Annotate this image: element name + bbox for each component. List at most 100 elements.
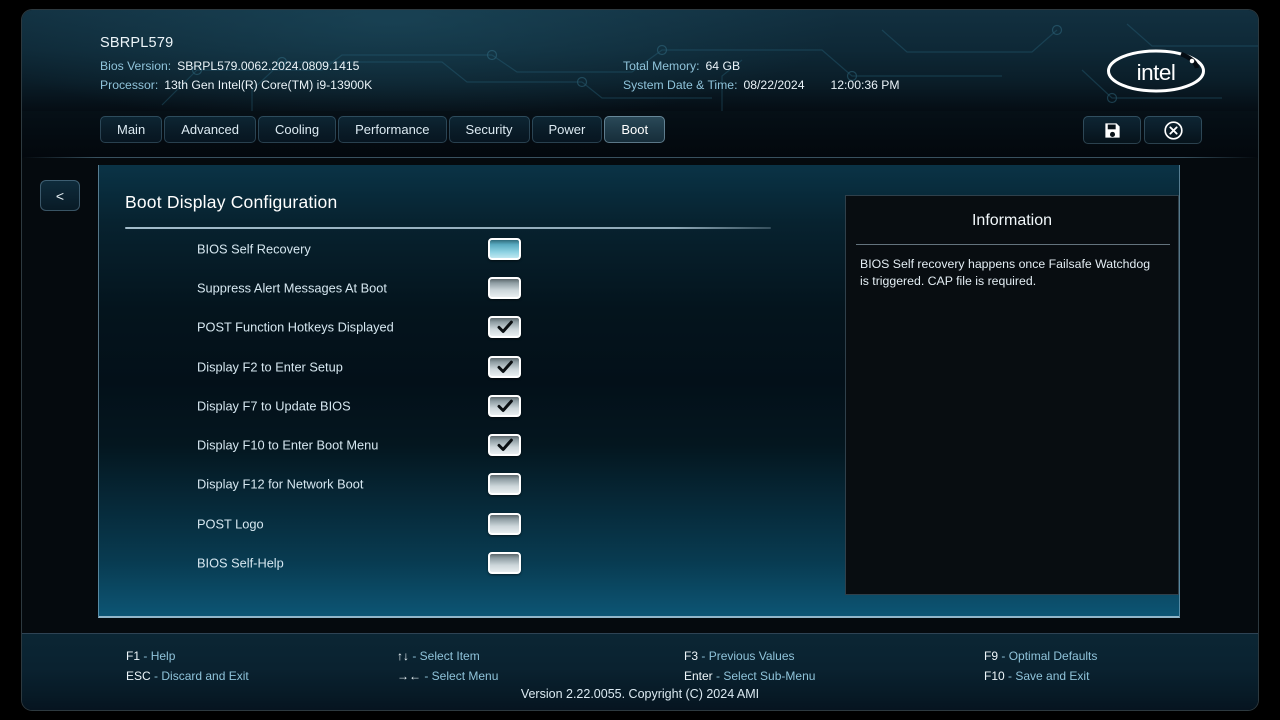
bios-setup-window: SBRPL579 Bios Version: SBRPL579.0062.2024… — [22, 10, 1258, 710]
close-circle-icon — [1163, 120, 1183, 140]
information-panel-body: BIOS Self recovery happens once Failsafe… — [860, 257, 1151, 288]
footer-hint-select-item: ↑↓ - Select Item — [397, 646, 498, 666]
total-memory-label: Total Memory: — [623, 59, 700, 73]
tab-power-label: Power — [548, 122, 586, 137]
tab-performance[interactable]: Performance — [338, 116, 447, 143]
setting-row-display-f10-boot-menu[interactable]: Display F10 to Enter Boot Menu — [99, 425, 799, 464]
footer-hint-key: →← — [397, 669, 421, 683]
exit-button[interactable] — [1144, 116, 1202, 144]
footer-column-2: ↑↓ - Select Item →← - Select Menu — [397, 646, 498, 686]
setting-label: POST Function Hotkeys Displayed — [197, 319, 394, 335]
save-disk-icon — [1104, 122, 1120, 138]
window-action-buttons — [1083, 116, 1202, 144]
checkbox-suppress-alert-messages[interactable] — [488, 276, 521, 299]
setting-row-bios-self-recovery[interactable]: BIOS Self Recovery — [99, 229, 799, 268]
system-datetime-row: System Date & Time: 08/22/2024 12:00:36 PM — [623, 78, 900, 92]
footer-hint-desc: - Select Menu — [424, 669, 499, 683]
total-memory-row: Total Memory: 64 GB — [623, 59, 740, 73]
footer-hint-esc: ESC - Discard and Exit — [126, 666, 249, 686]
footer-hint-f3: F3 - Previous Values — [684, 646, 815, 666]
bios-version-label: Bios Version: — [100, 59, 172, 73]
footer-help-bar: F1 - Help ESC - Discard and Exit ↑↓ - Se… — [22, 633, 1258, 710]
bios-version-value: SBRPL579.0062.2024.0809.1415 — [177, 59, 360, 73]
footer-hint-enter: Enter - Select Sub-Menu — [684, 666, 815, 686]
processor-row: Processor: 13th Gen Intel(R) Core(TM) i9-… — [100, 78, 372, 92]
intel-logo-icon: intel — [1107, 49, 1205, 93]
content-panel: Boot Display Configuration BIOS Self Rec… — [98, 165, 1180, 618]
footer-hint-desc: - Select Sub-Menu — [716, 669, 816, 683]
bios-version-row: Bios Version: SBRPL579.0062.2024.0809.141… — [100, 59, 359, 73]
processor-value: 13th Gen Intel(R) Core(TM) i9-13900K — [164, 78, 373, 92]
checkbox-post-logo[interactable] — [488, 512, 521, 535]
setting-label: Display F7 to Update BIOS — [197, 398, 351, 414]
system-datetime-label: System Date & Time: — [623, 78, 738, 92]
information-panel-title: Information — [971, 212, 1053, 229]
settings-list: BIOS Self Recovery Suppress Alert Messag… — [99, 229, 799, 583]
setting-row-suppress-alert-messages[interactable]: Suppress Alert Messages At Boot — [99, 268, 799, 307]
checkbox-post-function-hotkeys[interactable] — [488, 316, 521, 339]
footer-hint-key: ESC — [126, 669, 151, 683]
tab-performance-label: Performance — [355, 122, 430, 137]
tab-boot-label: Boot — [621, 122, 649, 137]
footer-hint-desc: - Discard and Exit — [154, 669, 249, 683]
footer-hint-select-menu: →← - Select Menu — [397, 666, 498, 686]
tab-cooling[interactable]: Cooling — [258, 116, 337, 143]
setting-label: BIOS Self Recovery — [197, 241, 311, 257]
setting-label: POST Logo — [197, 516, 264, 532]
check-icon — [497, 360, 513, 373]
system-time-value: 12:00:36 PM — [830, 78, 900, 92]
check-icon — [497, 399, 513, 412]
checkbox-display-f12-network-boot[interactable] — [488, 473, 521, 496]
processor-label: Processor: — [100, 78, 159, 92]
footer-hint-key: F9 — [984, 649, 999, 663]
check-icon — [497, 320, 513, 334]
setting-row-display-f2-setup[interactable]: Display F2 to Enter Setup — [99, 347, 799, 386]
footer-column-3: F3 - Previous Values Enter - Select Sub-… — [684, 646, 815, 686]
checkbox-display-f2-setup[interactable] — [488, 355, 521, 378]
header-bar: SBRPL579 Bios Version: SBRPL579.0062.2024… — [22, 10, 1258, 111]
footer-hint-desc: - Optimal Defaults — [1001, 649, 1098, 663]
system-date-value: 08/22/2024 — [743, 78, 805, 92]
setting-label: BIOS Self-Help — [197, 555, 284, 571]
setting-row-post-function-hotkeys[interactable]: POST Function Hotkeys Displayed — [99, 308, 799, 347]
footer-column-4: F9 - Optimal Defaults F10 - Save and Exi… — [984, 646, 1097, 686]
footer-hint-f10: F10 - Save and Exit — [984, 666, 1097, 686]
setting-row-post-logo[interactable]: POST Logo — [99, 504, 799, 543]
tab-list: Main Advanced Cooling Performance Securi… — [100, 116, 666, 143]
information-panel-divider — [856, 244, 1170, 245]
footer-hint-key: F1 — [126, 649, 141, 663]
main-menu-tabbar: Main Advanced Cooling Performance Securi… — [22, 111, 1258, 158]
check-icon — [497, 438, 513, 452]
tab-main[interactable]: Main — [100, 116, 163, 143]
setting-row-display-f7-update-bios[interactable]: Display F7 to Update BIOS — [99, 386, 799, 425]
setting-label: Display F10 to Enter Boot Menu — [197, 437, 379, 453]
footer-hint-desc: - Previous Values — [701, 649, 795, 663]
back-button[interactable]: < — [40, 180, 80, 211]
tab-security[interactable]: Security — [448, 116, 530, 143]
information-panel: Information BIOS Self recovery happens o… — [845, 195, 1179, 595]
checkbox-display-f10-boot-menu[interactable] — [488, 434, 521, 457]
tab-power[interactable]: Power — [531, 116, 603, 143]
total-memory-value: 64 GB — [705, 59, 741, 73]
footer-hint-desc: - Select Item — [412, 649, 480, 663]
page-title: Boot Display Configuration — [125, 192, 338, 212]
tab-main-label: Main — [117, 122, 146, 137]
tab-advanced-label: Advanced — [181, 122, 240, 137]
footer-hint-desc: - Save and Exit — [1008, 669, 1090, 683]
tab-advanced[interactable]: Advanced — [164, 116, 257, 143]
tab-security-label: Security — [465, 122, 513, 137]
footer-hint-f1: F1 - Help — [126, 646, 249, 666]
footer-hint-key: F3 — [684, 649, 699, 663]
checkbox-bios-self-help[interactable] — [488, 552, 521, 575]
footer-hint-desc: - Help — [143, 649, 176, 663]
footer-hint-key: ↑↓ — [397, 649, 409, 663]
back-button-label: < — [55, 187, 65, 204]
footer-hint-f9: F9 - Optimal Defaults — [984, 646, 1097, 666]
board-name: SBRPL579 — [100, 35, 174, 51]
save-button[interactable] — [1083, 116, 1141, 144]
tab-boot[interactable]: Boot — [604, 116, 666, 143]
checkbox-display-f7-update-bios[interactable] — [488, 394, 521, 417]
checkbox-bios-self-recovery[interactable] — [488, 237, 521, 260]
setting-row-bios-self-help[interactable]: BIOS Self-Help — [99, 543, 799, 582]
setting-row-display-f12-network-boot[interactable]: Display F12 for Network Boot — [99, 465, 799, 504]
